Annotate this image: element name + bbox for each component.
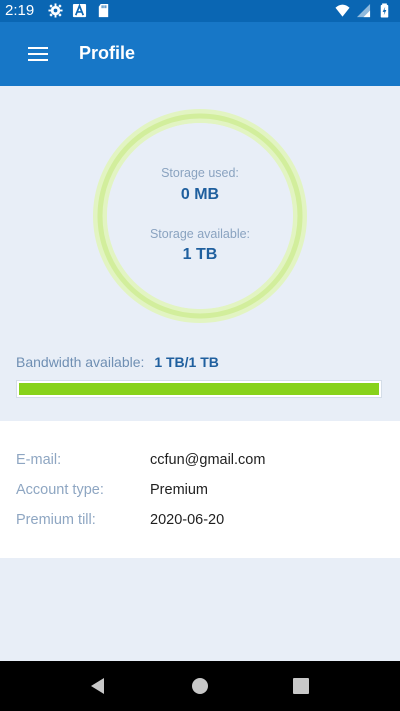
bandwidth-progress-fill xyxy=(19,383,379,395)
storage-used-value: 0 MB xyxy=(180,186,220,203)
account-type-value: Premium xyxy=(150,482,209,498)
status-left-icons xyxy=(48,3,111,18)
premium-till-value: 2020-06-20 xyxy=(150,512,225,528)
storage-ring-graphic xyxy=(93,109,307,323)
bandwidth-label: Bandwidth available: xyxy=(16,354,145,370)
signal-icon xyxy=(356,3,371,18)
page-title: Profile xyxy=(79,43,136,63)
app-bar: Profile xyxy=(0,22,400,86)
storage-available-label: Storage available: xyxy=(149,227,251,241)
hamburger-menu-icon xyxy=(28,47,48,61)
wifi-icon xyxy=(335,4,350,17)
profile-screen: 2:19 Profile Storage used: 0 MB Storage … xyxy=(0,0,400,711)
storage-ring: Storage used: 0 MB Storage available: 1 … xyxy=(92,108,308,324)
email-label: E-mail: xyxy=(16,452,62,468)
bandwidth-row: Bandwidth available: 1 TB/1 TB xyxy=(16,354,219,370)
account-type-label: Account type: xyxy=(16,482,104,498)
status-time: 2:19 xyxy=(5,2,35,19)
system-nav-bar xyxy=(0,661,400,711)
storage-used-label: Storage used: xyxy=(161,166,239,180)
account-info-card: E-mail: ccfun@gmail.com Account type: Pr… xyxy=(0,421,400,558)
sd-card-icon xyxy=(98,3,109,18)
email-value: ccfun@gmail.com xyxy=(150,452,266,468)
battery-icon xyxy=(380,3,389,18)
back-icon[interactable] xyxy=(89,677,107,695)
recents-icon[interactable] xyxy=(292,677,310,695)
status-bar: 2:19 xyxy=(0,0,400,22)
menu-button[interactable] xyxy=(18,39,58,69)
status-right-icons xyxy=(335,3,392,18)
bandwidth-value: 1 TB/1 TB xyxy=(154,354,219,370)
home-icon[interactable] xyxy=(191,677,209,695)
bandwidth-progress-bar xyxy=(16,380,382,398)
gear-icon xyxy=(48,3,63,18)
premium-till-label: Premium till: xyxy=(16,512,96,528)
a-icon xyxy=(72,3,87,18)
storage-available-value: 1 TB xyxy=(182,246,218,263)
